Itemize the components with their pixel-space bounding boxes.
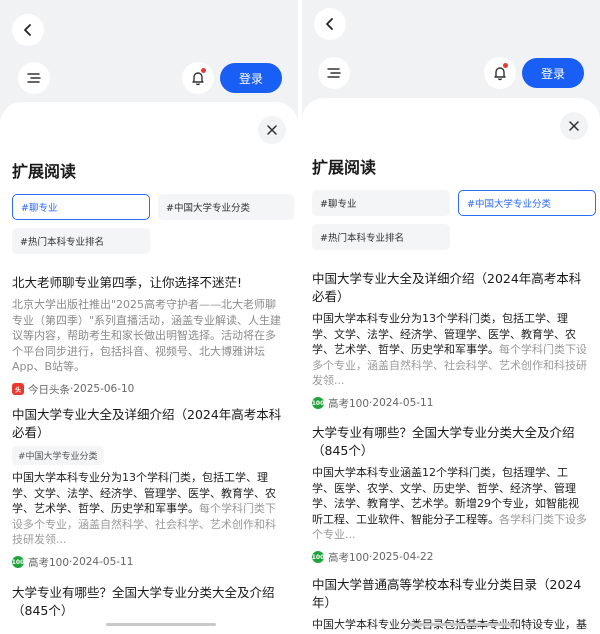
gaokao100-logo-icon: 100 <box>312 551 324 563</box>
toutiao-logo-icon: 头 <box>12 383 24 395</box>
section-title: 扩展阅读 <box>312 158 377 177</box>
article-title[interactable]: 中国大学普通高等学校本科专业分类目录（2024年） <box>312 576 588 612</box>
article-title[interactable]: 大学专业有哪些？全国大学专业分类大全及介绍（845个） <box>12 584 286 620</box>
article-meta: 100 高考100 · 2025-04-22 <box>312 550 588 565</box>
tag-chip[interactable]: #热门本科专业排名 <box>12 228 150 254</box>
article-title[interactable]: 大学专业有哪些？全国大学专业分类大全及介绍（845个） <box>312 424 588 460</box>
close-button[interactable] <box>258 116 286 144</box>
article-date: 2025-04-22 <box>372 551 434 563</box>
article-title[interactable]: 北大老师聊专业第四季，让你选择不迷茫! <box>12 274 286 292</box>
article-card[interactable]: 中国大学专业大全及详细介绍（2024年高考本科必看） #中国大学专业分类 中国大… <box>12 406 286 570</box>
article-meta: 100 高考100 · 2024-05-11 <box>12 555 286 570</box>
tag-chip[interactable]: #中国大学专业分类 <box>458 190 596 216</box>
login-button[interactable]: 登录 <box>522 58 584 88</box>
notification-dot <box>503 63 508 68</box>
article-card[interactable]: 大学专业有哪些？全国大学专业分类大全及介绍（845个） 中国大学本科专业涵盖12… <box>312 424 588 565</box>
close-icon <box>267 125 277 135</box>
menu-button[interactable] <box>18 62 50 94</box>
left-screen: 登录 扩展阅读 #聊专业 #中国大学专业分类 #热门本科专业排名 北大老师聊专业… <box>0 0 298 634</box>
extended-reading-sheet: 扩展阅读 #聊专业 #中国大学专业分类 #热门本科专业排名 北大老师聊专业第四季… <box>0 102 298 634</box>
article-body: 中国大学本科专业分为13个学科门类，包括工学、理学、文学、法学、经济学、管理学、… <box>12 470 286 548</box>
close-button[interactable] <box>560 112 588 140</box>
notification-dot <box>201 68 206 73</box>
gaokao100-logo-icon: 100 <box>312 397 324 409</box>
notification-button[interactable] <box>484 57 516 89</box>
section-title: 扩展阅读 <box>12 162 77 181</box>
article-meta: 100 高考100 · 2024-05-11 <box>312 396 588 411</box>
chevron-left-icon <box>24 24 31 36</box>
article-source: 高考100 <box>328 397 370 410</box>
tag-chip[interactable]: #中国大学专业分类 <box>158 194 294 220</box>
tag-chip[interactable]: #聊专业 <box>312 190 450 216</box>
article-card[interactable]: 大学专业有哪些？全国大学专业分类大全及介绍（845个） <box>12 584 286 620</box>
article-date: 2025-06-10 <box>73 383 135 395</box>
article-date: 2024-05-11 <box>372 397 434 409</box>
article-date: 2024-05-11 <box>72 556 134 568</box>
tag-chip[interactable]: #聊专业 <box>12 194 150 220</box>
article-source: 今日头条 <box>28 383 70 396</box>
gaokao100-logo-icon: 100 <box>12 556 24 568</box>
extended-reading-sheet: 扩展阅读 #聊专业 #中国大学专业分类 #热门本科专业排名 中国大学专业大全及详… <box>302 98 600 634</box>
article-source: 高考100 <box>28 556 70 569</box>
article-body: 中国大学本科专业涵盖12个学科门类，包括理学、工学、医学、农学、文学、历史学、哲… <box>312 465 588 543</box>
back-button[interactable] <box>314 8 346 40</box>
article-body: 中国大学本科专业分为13个学科门类，包括工学、理学、文学、法学、经济学、管理学、… <box>312 311 588 389</box>
login-button[interactable]: 登录 <box>220 63 282 93</box>
article-tag[interactable]: #中国大学专业分类 <box>12 446 104 465</box>
menu-icon <box>27 73 41 83</box>
article-card[interactable]: 中国大学专业大全及详细介绍（2024年高考本科必看） 中国大学本科专业分为13个… <box>312 270 588 411</box>
home-indicator <box>106 623 216 626</box>
notification-button[interactable] <box>182 62 214 94</box>
article-meta: 头 今日头条 · 2025-06-10 <box>12 382 286 397</box>
menu-icon <box>327 68 341 78</box>
menu-button[interactable] <box>318 57 350 89</box>
home-indicator <box>408 623 518 626</box>
back-button[interactable] <box>12 14 44 46</box>
tag-chip[interactable]: #热门本科专业排名 <box>312 224 450 250</box>
article-title[interactable]: 中国大学专业大全及详细介绍（2024年高考本科必看） <box>12 406 286 442</box>
article-title[interactable]: 中国大学专业大全及详细介绍（2024年高考本科必看） <box>312 270 588 306</box>
close-icon <box>569 121 579 131</box>
article-summary: 北京大学出版社推出"2025高考守护者——北大老师聊专业（第四季）"系列直播活动… <box>12 298 282 373</box>
right-screen: 登录 扩展阅读 #聊专业 #中国大学专业分类 #热门本科专业排名 中国大学专业大… <box>302 0 600 634</box>
article-card[interactable]: 北大老师聊专业第四季，让你选择不迷茫! 北京大学出版社推出"2025高考守护者—… <box>12 274 286 397</box>
article-source: 高考100 <box>328 551 370 564</box>
chevron-left-icon <box>326 18 333 30</box>
